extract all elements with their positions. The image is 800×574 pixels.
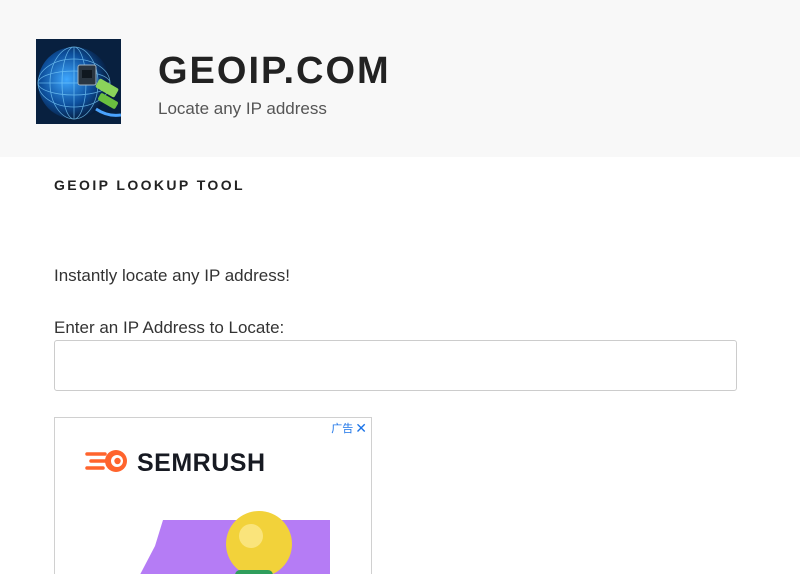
ad-brand-name: SEMRUSH <box>137 449 266 477</box>
site-description: Locate any IP address <box>158 99 327 118</box>
site-title[interactable]: GEOIP.COM <box>158 50 391 93</box>
close-icon[interactable]: ✕ <box>355 421 367 435</box>
lightbulb-icon <box>226 511 292 574</box>
advertisement[interactable]: 广告 ✕ SEMRUSH <box>54 417 372 574</box>
ad-illustration <box>140 511 330 574</box>
ad-badge-label: 广告 <box>331 423 354 435</box>
intro-text: Instantly locate any IP address! <box>54 266 290 285</box>
ip-address-label: Enter an IP Address to Locate: <box>54 318 285 337</box>
semrush-flame-icon <box>85 450 127 472</box>
ip-address-input[interactable] <box>54 340 737 391</box>
globe-network-cable-icon <box>36 39 121 124</box>
page-title: GEOIP LOOKUP TOOL <box>54 177 245 193</box>
site-header: GEOIP.COM Locate any IP address <box>0 0 800 157</box>
ad-choices[interactable]: 广告 ✕ <box>331 420 367 436</box>
site-logo[interactable] <box>36 39 121 124</box>
